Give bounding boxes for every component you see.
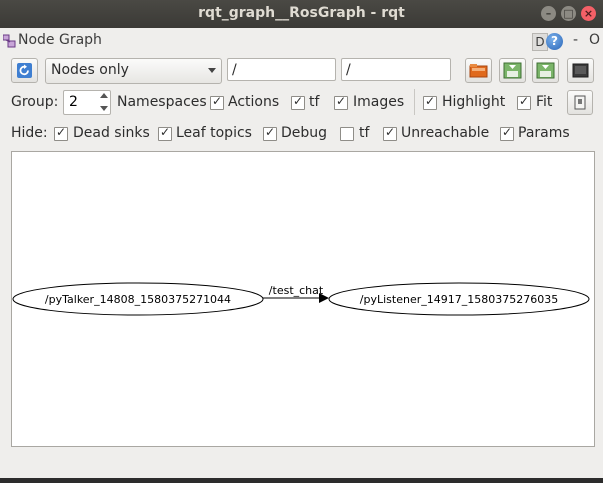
images-label: Images [353, 94, 405, 110]
debug-checkbox[interactable] [263, 125, 277, 141]
graph-svg[interactable]: /pyTalker_14808_1580375271044 /test_chat… [12, 152, 594, 446]
unreachable-checkbox[interactable] [383, 125, 397, 141]
save-svg-button[interactable] [532, 58, 559, 83]
unreachable-label: Unreachable [401, 125, 490, 141]
fit-view-icon [574, 95, 586, 110]
maximize-button[interactable]: □ [561, 6, 576, 21]
minimize-button[interactable]: – [541, 6, 556, 21]
highlight-checkbox[interactable] [423, 94, 437, 110]
save-image-button[interactable] [567, 58, 594, 83]
plugin-header: Node Graph D ? - O [0, 32, 603, 52]
load-dot-button[interactable] [465, 58, 492, 83]
actions-label: Actions [228, 94, 280, 110]
graph-mode-value: Nodes only [51, 62, 129, 78]
group-spinbox[interactable]: 2 [63, 90, 111, 115]
close-button[interactable]: × [581, 6, 596, 21]
chevron-down-icon [208, 68, 216, 73]
group-value: 2 [69, 94, 78, 110]
fit-label: Fit [536, 94, 553, 110]
dead-sinks-label: Dead sinks [73, 125, 150, 141]
node-graph-icon [3, 34, 16, 48]
actions-checkbox[interactable] [291, 94, 305, 110]
window-title: rqt_graph__RosGraph - rqt [198, 5, 405, 21]
hide-tf-label: tf [359, 125, 370, 141]
talker-node-label: /pyTalker_14808_1580375271044 [45, 293, 231, 306]
plugin-title: Node Graph [18, 32, 102, 48]
topic-edge-label: /test_chat [269, 284, 324, 297]
highlight-label: Highlight [442, 94, 506, 110]
hide-label: Hide: [11, 125, 48, 141]
graph-canvas[interactable]: /pyTalker_14808_1580375271044 /test_chat… [11, 151, 595, 447]
close-plugin-button[interactable]: O [589, 32, 600, 48]
save-svg-icon [536, 62, 555, 79]
images-checkbox[interactable] [334, 94, 348, 110]
rqt-window: rqt_graph__RosGraph - rqt – □ × Node Gra… [0, 0, 603, 478]
hide-tf-checkbox[interactable] [340, 127, 354, 141]
toolbar-separator [414, 89, 415, 115]
node-filter-input[interactable] [227, 58, 336, 81]
tf-label: tf [309, 94, 320, 110]
save-dot-icon [503, 62, 522, 79]
params-label: Params [518, 125, 570, 141]
namespaces-checkbox[interactable] [210, 94, 224, 110]
minimize-plugin-button[interactable]: - [573, 32, 578, 48]
refresh-icon [17, 63, 32, 78]
dead-sinks-checkbox[interactable] [54, 125, 68, 141]
screenshot-icon [572, 63, 589, 78]
fit-checkbox[interactable] [517, 94, 531, 110]
fit-in-view-button[interactable] [567, 90, 593, 115]
leaf-topics-checkbox[interactable] [158, 125, 172, 141]
graph-mode-select[interactable]: Nodes only [45, 58, 222, 84]
chevron-up-icon[interactable] [100, 93, 108, 98]
leaf-topics-label: Leaf topics [176, 125, 252, 141]
params-checkbox[interactable] [500, 125, 514, 141]
save-dot-button[interactable] [499, 58, 526, 83]
refresh-button[interactable] [11, 58, 38, 83]
namespaces-label: Namespaces [117, 94, 207, 110]
chevron-down-icon[interactable] [100, 106, 108, 111]
topic-filter-input[interactable] [341, 58, 451, 81]
group-label: Group: [11, 94, 59, 110]
title-bar[interactable]: rqt_graph__RosGraph - rqt – □ × [0, 0, 603, 28]
folder-open-icon [469, 64, 488, 78]
help-icon[interactable]: ? [546, 33, 563, 50]
debug-label: Debug [281, 125, 328, 141]
listener-node-label: /pyListener_14917_1580375276035 [360, 293, 558, 306]
